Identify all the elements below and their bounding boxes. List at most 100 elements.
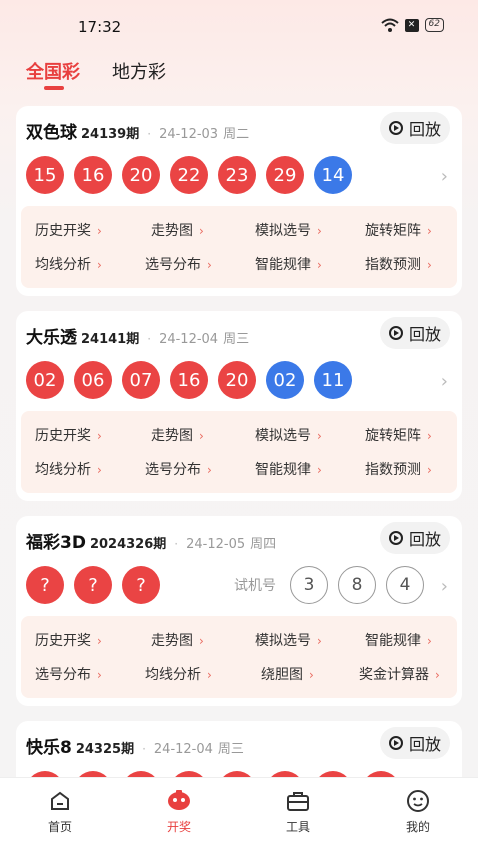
status-time: 17:32 — [78, 18, 122, 36]
battery-indicator: 62 — [424, 18, 444, 32]
card-header: 大乐透 24141期 · 24-12-04 周三 — [26, 323, 249, 348]
link-trend[interactable]: 走势图 › — [151, 630, 204, 650]
red-ball: 02 — [26, 361, 64, 399]
top-tabs: 全国彩 地方彩 — [26, 58, 166, 84]
link-dan-chart[interactable]: 绕胆图 › — [261, 664, 314, 684]
draw-date: 24-12-05 — [186, 537, 246, 552]
replay-label: 回放 — [408, 530, 441, 549]
link-distribution[interactable]: 选号分布 › — [35, 664, 102, 684]
trial-ball: 4 — [386, 566, 424, 604]
play-icon — [388, 121, 403, 135]
trial-numbers: 试机号 3 8 4 — [234, 566, 424, 604]
tab-profile-label: 我的 — [405, 820, 430, 834]
lottery-card-3d[interactable]: 福彩3D 2024326期 · 24-12-05 周四 回放 ? ? ? 试机号… — [16, 516, 462, 706]
red-ball: 16 — [170, 361, 208, 399]
link-smart-rule[interactable]: 智能规律 › — [365, 630, 432, 650]
lottery-issue: 24139期 — [81, 127, 140, 142]
lottery-card-dlt[interactable]: 大乐透 24141期 · 24-12-04 周三 回放 02 06 07 16 … — [16, 311, 462, 501]
link-matrix[interactable]: 旋转矩阵 › — [365, 220, 432, 240]
red-ball: 06 — [74, 361, 112, 399]
play-icon — [388, 531, 403, 545]
tab-home[interactable]: 首页 — [30, 788, 90, 835]
tool-links: 历史开奖 › 走势图 › 模拟选号 › 智能规律 › 选号分布 › 均线分析 › 绕胆图 › … — [21, 616, 457, 698]
link-smart-rule[interactable]: 智能规律 › — [255, 254, 322, 274]
link-index[interactable]: 指数预测 › — [365, 459, 432, 479]
separator-dot: · — [174, 537, 179, 551]
tool-links: 历史开奖 › 走势图 › 模拟选号 › 旋转矩阵 › 均线分析 › 选号分布 › 智能规律 ›… — [21, 411, 457, 493]
status-bar: 17:32 ✕ 62 — [0, 0, 478, 50]
link-index[interactable]: 指数预测 › — [365, 254, 432, 274]
separator-dot: · — [142, 742, 146, 756]
link-simulate[interactable]: 模拟选号 › — [255, 630, 322, 650]
link-history[interactable]: 历史开奖 › — [35, 630, 102, 650]
draw-weekday: 周三 — [217, 742, 244, 757]
play-icon — [388, 736, 403, 750]
link-trend[interactable]: 走势图 › — [151, 425, 204, 445]
replay-button[interactable]: 回放 — [380, 317, 450, 349]
lottery-name: 福彩3D — [26, 533, 86, 553]
trial-ball: 8 — [338, 566, 376, 604]
link-trend[interactable]: 走势图 › — [151, 220, 204, 240]
sim-icon: ✕ — [404, 18, 419, 32]
replay-button[interactable]: 回放 — [380, 522, 450, 554]
red-ball: 16 — [74, 156, 112, 194]
link-moving-avg[interactable]: 均线分析 › — [35, 459, 102, 479]
tab-lottery-label: 开奖 — [166, 820, 191, 834]
replay-button[interactable]: 回放 — [380, 112, 450, 144]
link-moving-avg[interactable]: 均线分析 › — [145, 664, 212, 684]
pending-ball: ? — [122, 566, 160, 604]
red-ball: 29 — [266, 156, 304, 194]
card-header: 福彩3D 2024326期 · 24-12-05 周四 — [26, 528, 276, 553]
lottery-name: 双色球 — [26, 123, 77, 143]
link-distribution[interactable]: 选号分布 › — [145, 254, 212, 274]
red-ball: 20 — [218, 361, 256, 399]
lottery-issue: 24325期 — [75, 742, 135, 757]
tab-profile[interactable]: 我的 — [388, 788, 448, 835]
link-simulate[interactable]: 模拟选号 › — [255, 425, 322, 445]
pending-ball: ? — [74, 566, 112, 604]
winning-numbers: ? ? ? — [26, 566, 160, 604]
lottery-card-ssq[interactable]: 双色球 24139期 · 24-12-03 周二 回放 15 16 20 22 … — [16, 106, 462, 296]
wifi-icon — [380, 18, 399, 32]
tab-home-label: 首页 — [47, 820, 72, 834]
card-header: 快乐8 24325期 · 24-12-04 周三 — [26, 733, 244, 758]
red-ball: 15 — [26, 156, 64, 194]
chevron-right-icon[interactable]: › — [441, 166, 448, 187]
lottery-name: 大乐透 — [26, 328, 77, 348]
red-ball: 07 — [122, 361, 160, 399]
pending-ball: ? — [26, 566, 64, 604]
profile-icon — [388, 788, 448, 814]
chevron-right-icon[interactable]: › — [441, 371, 448, 392]
home-icon — [30, 788, 90, 814]
tab-lottery[interactable]: 开奖 — [149, 788, 209, 835]
link-history[interactable]: 历史开奖 › — [35, 220, 102, 240]
toolbox-icon — [268, 788, 328, 814]
separator-dot: · — [147, 332, 152, 346]
replay-button[interactable]: 回放 — [380, 727, 450, 759]
link-matrix[interactable]: 旋转矩阵 › — [365, 425, 432, 445]
card-header: 双色球 24139期 · 24-12-03 周二 — [26, 118, 249, 143]
link-prize-calculator[interactable]: 奖金计算器 › — [359, 664, 440, 684]
chevron-right-icon[interactable]: › — [441, 576, 448, 597]
red-ball: 22 — [170, 156, 208, 194]
winning-numbers: 02 06 07 16 20 02 11 — [26, 361, 352, 399]
link-moving-avg[interactable]: 均线分析 › — [35, 254, 102, 274]
tab-national[interactable]: 全国彩 — [26, 58, 80, 84]
draw-date: 24-12-04 — [159, 332, 219, 347]
winning-numbers: 15 16 20 22 23 29 14 — [26, 156, 352, 194]
link-simulate[interactable]: 模拟选号 › — [255, 220, 322, 240]
red-ball: 20 — [122, 156, 160, 194]
link-distribution[interactable]: 选号分布 › — [145, 459, 212, 479]
tool-links: 历史开奖 › 走势图 › 模拟选号 › 旋转矩阵 › 均线分析 › 选号分布 › 智能规律 ›… — [21, 206, 457, 288]
draw-date: 24-12-03 — [159, 127, 219, 142]
trial-label: 试机号 — [234, 578, 276, 594]
lottery-name: 快乐8 — [26, 738, 72, 758]
replay-label: 回放 — [408, 735, 441, 754]
lottery-issue: 2024326期 — [89, 537, 167, 552]
tab-local[interactable]: 地方彩 — [112, 58, 166, 84]
tab-tools[interactable]: 工具 — [268, 788, 328, 835]
link-history[interactable]: 历史开奖 › — [35, 425, 102, 445]
link-smart-rule[interactable]: 智能规律 › — [255, 459, 322, 479]
play-icon — [388, 326, 403, 340]
draw-weekday: 周四 — [250, 537, 277, 552]
